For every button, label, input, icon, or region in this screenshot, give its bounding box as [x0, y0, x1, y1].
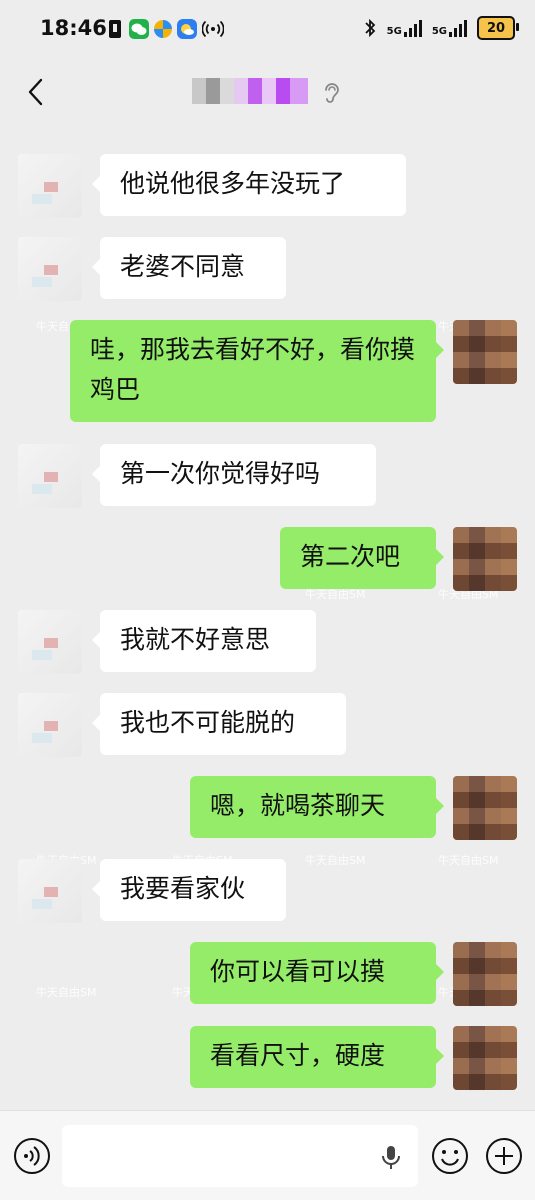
avatar-detail — [44, 472, 58, 482]
my-avatar[interactable] — [453, 527, 517, 591]
weather-app-icon — [177, 19, 197, 39]
my-avatar[interactable] — [453, 1026, 517, 1090]
watermark-text: 牛天自由SM — [438, 854, 499, 867]
contact-avatar[interactable] — [18, 444, 82, 508]
message-bubble-sent[interactable]: 嗯，就喝茶聊天 — [190, 776, 444, 838]
watermark-text: 牛天自由SM — [36, 986, 97, 999]
input-bar — [0, 1110, 535, 1200]
network-type-1: 5G — [386, 26, 402, 37]
contact-avatar[interactable] — [18, 154, 82, 218]
back-button[interactable] — [18, 72, 58, 112]
signal-bars-icon — [403, 19, 422, 37]
avatar-detail — [44, 265, 58, 275]
ear-icon — [325, 83, 339, 103]
signal-1: 5G — [387, 19, 422, 37]
chat-screen: 18:46 5G 5G 20 牛天自由SM 牛天自由SM 牛天自由SM 牛天自由… — [0, 0, 535, 1200]
avatar-detail — [44, 887, 58, 897]
avatar-detail — [32, 899, 52, 909]
emoji-button[interactable] — [430, 1136, 470, 1176]
message-bubble-received[interactable]: 我就不好意思 — [92, 610, 316, 672]
my-avatar[interactable] — [453, 320, 517, 384]
message-bubble-received[interactable]: 我要看家伙 — [92, 859, 286, 921]
my-avatar[interactable] — [453, 942, 517, 1006]
more-actions-button[interactable] — [484, 1136, 524, 1176]
avatar-detail — [44, 638, 58, 648]
avatar-detail — [44, 721, 58, 731]
mic-icon[interactable] — [378, 1143, 404, 1171]
bluetooth-icon — [365, 18, 375, 38]
message-bubble-received[interactable]: 第一次你觉得好吗 — [92, 444, 376, 506]
avatar-detail — [32, 194, 52, 204]
message-bubble-received[interactable]: 他说他很多年没玩了 — [92, 154, 406, 216]
contact-name-redacted — [192, 78, 308, 104]
status-right: 5G 5G 20 — [363, 16, 519, 40]
message-bubble-received[interactable]: 老婆不同意 — [92, 237, 286, 299]
sim-card-icon — [109, 20, 121, 38]
message-list[interactable]: 牛天自由SM 牛天自由SM 牛天自由SM 牛天自由SM 牛天自由SM 牛天自由S… — [0, 122, 535, 1110]
status-bar: 18:46 5G 5G 20 — [0, 0, 535, 62]
watermark-text: 牛天自由SM — [305, 854, 366, 867]
avatar-detail — [44, 182, 58, 192]
avatar-detail — [32, 733, 52, 743]
signal-2: 5G — [432, 19, 467, 37]
network-type-2: 5G — [431, 26, 447, 37]
avatar-detail — [32, 484, 52, 494]
avatar-detail — [32, 277, 52, 287]
voice-icon — [24, 1154, 28, 1158]
contact-avatar[interactable] — [18, 859, 82, 923]
message-input[interactable] — [62, 1125, 418, 1187]
status-time: 18:46 — [40, 16, 107, 40]
chat-header — [0, 62, 535, 122]
message-bubble-sent[interactable]: 第二次吧 — [280, 527, 444, 589]
battery-indicator: 20 — [477, 16, 519, 40]
hotspot-icon — [202, 20, 224, 38]
battery-level: 20 — [486, 20, 506, 36]
contact-avatar[interactable] — [18, 237, 82, 301]
my-avatar[interactable] — [453, 776, 517, 840]
contact-avatar[interactable] — [18, 693, 82, 757]
message-bubble-sent[interactable]: 看看尺寸，硬度 — [190, 1026, 444, 1088]
emoji-icon — [432, 1138, 468, 1174]
message-bubble-sent[interactable]: 哇，那我去看好不好，看你摸鸡巴 — [70, 320, 444, 422]
contact-avatar[interactable] — [18, 610, 82, 674]
pinwheel-app-icon — [153, 19, 173, 39]
wechat-icon — [129, 19, 149, 39]
message-bubble-received[interactable]: 我也不可能脱的 — [92, 693, 346, 755]
avatar-detail — [32, 650, 52, 660]
message-bubble-sent[interactable]: 你可以看可以摸 — [190, 942, 444, 1004]
signal-bars-icon — [449, 19, 467, 37]
chevron-left-icon — [28, 78, 43, 106]
voice-mode-button[interactable] — [12, 1136, 52, 1176]
